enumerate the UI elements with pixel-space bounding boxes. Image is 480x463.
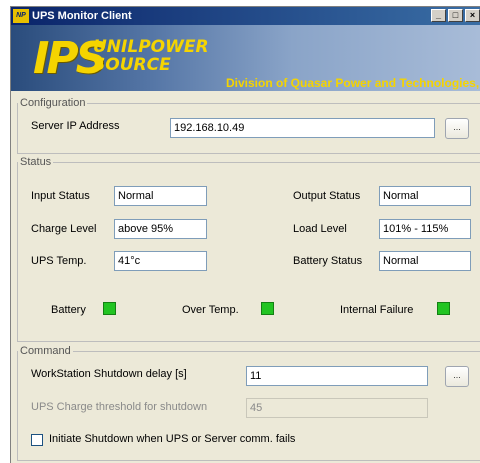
- battery-status-label: Battery Status: [293, 255, 363, 267]
- charge-level-label: Charge Level: [31, 223, 97, 235]
- load-level-label: Load Level: [293, 223, 347, 235]
- logo-line-source: SOURCE: [93, 55, 171, 75]
- input-status-label: Input Status: [31, 190, 90, 202]
- initiate-shutdown-checkbox[interactable]: [31, 434, 43, 446]
- server-browse-button[interactable]: ...: [445, 118, 469, 139]
- ups-temp-field: 41°c: [114, 251, 207, 271]
- window-title: UPS Monitor Client: [32, 10, 132, 22]
- app-logo-icon: NP: [13, 9, 29, 23]
- charge-level-field: above 95%: [114, 219, 207, 239]
- server-ip-label: Server IP Address: [31, 120, 120, 132]
- output-status-label: Output Status: [293, 190, 361, 202]
- brand-banner: IPS UNILPOWER SOURCE Division of Quasar …: [11, 25, 480, 91]
- initiate-shutdown-label[interactable]: Initiate Shutdown when UPS or Server com…: [49, 433, 295, 445]
- command-browse-button[interactable]: ...: [445, 366, 469, 387]
- configuration-legend: Configuration: [20, 97, 86, 109]
- output-status-field: Normal: [379, 186, 471, 206]
- battery-indicator-label: Battery: [51, 304, 86, 316]
- logo-line-unilpower: UNILPOWER: [93, 37, 209, 57]
- battery-indicator-led: [103, 302, 116, 315]
- maximize-button[interactable]: □: [448, 9, 463, 22]
- ups-monitor-window: NP UPS Monitor Client _ □ × IPS UNILPOWE…: [10, 6, 480, 463]
- internal-failure-indicator-label: Internal Failure: [340, 304, 414, 316]
- internal-failure-indicator-led: [437, 302, 450, 315]
- input-status-field: Normal: [114, 186, 207, 206]
- close-button[interactable]: ×: [465, 9, 480, 22]
- window-controls: _ □ ×: [431, 9, 480, 22]
- ups-temp-label: UPS Temp.: [31, 255, 87, 267]
- charge-threshold-label: UPS Charge threshold for shutdown: [31, 401, 208, 413]
- ws-shutdown-delay-label: WorkStation Shutdown delay [s]: [31, 368, 187, 380]
- command-legend: Command: [20, 345, 71, 357]
- load-level-field: 101% - 115%: [379, 219, 471, 239]
- over-temp-indicator-led: [261, 302, 274, 315]
- status-legend: Status: [20, 156, 52, 168]
- title-bar[interactable]: NP UPS Monitor Client _ □ ×: [11, 7, 480, 25]
- charge-threshold-input[interactable]: 45: [246, 398, 428, 418]
- server-ip-input[interactable]: 192.168.10.49: [170, 118, 435, 138]
- minimize-button[interactable]: _: [431, 9, 446, 22]
- division-text: Division of Quasar Power and Technologie…: [226, 76, 480, 90]
- over-temp-indicator-label: Over Temp.: [182, 304, 239, 316]
- ws-shutdown-delay-input[interactable]: 11: [246, 366, 428, 386]
- battery-status-field: Normal: [379, 251, 471, 271]
